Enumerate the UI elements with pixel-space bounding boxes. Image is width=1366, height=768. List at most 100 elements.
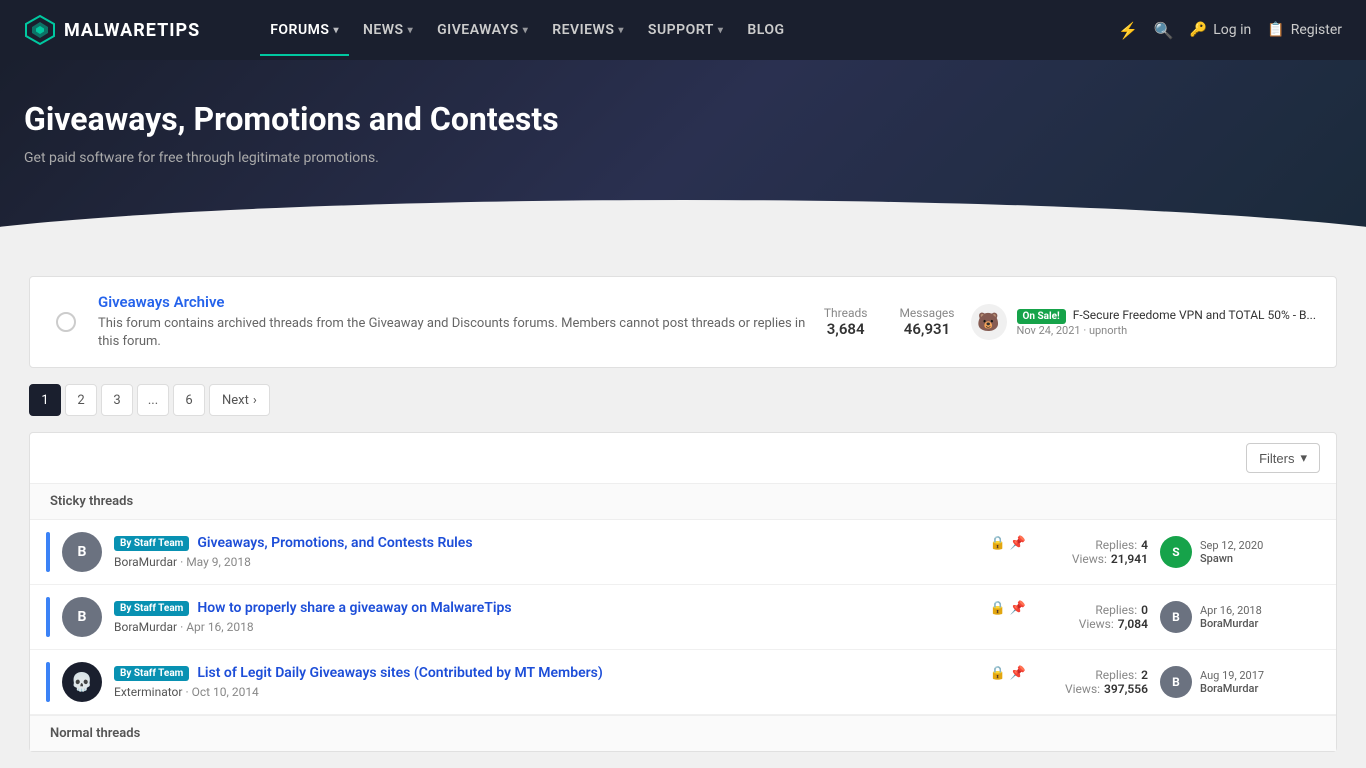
avatar: B (62, 597, 102, 637)
main-content: Giveaways Archive This forum contains ar… (13, 260, 1353, 768)
pin-icon: 📌 (1010, 666, 1026, 681)
thread-row: 💀 By Staff Team List of Legit Daily Give… (30, 650, 1336, 715)
pin-icon: 📌 (1010, 536, 1026, 551)
search-icon: 🔍 (1154, 21, 1174, 40)
latest-info: On Sale! F-Secure Freedome VPN and TOTAL… (1017, 308, 1317, 337)
normal-section-label: Normal threads (30, 715, 1336, 751)
threads-header: Filters ▾ (30, 433, 1336, 484)
thread-info: By Staff Team List of Legit Daily Giveaw… (114, 665, 1026, 699)
thread-icons: 🔒 📌 (990, 601, 1026, 616)
thread-row: B By Staff Team Giveaways, Promotions, a… (30, 520, 1336, 585)
thread-meta: BoraMurdar · Apr 16, 2018 (114, 620, 1026, 634)
filters-button[interactable]: Filters ▾ (1246, 443, 1320, 473)
thread-icons: 🔒 📌 (990, 536, 1026, 551)
chevron-down-icon: ▾ (523, 25, 529, 36)
next-page-button[interactable]: Next › (209, 384, 270, 416)
page-6-button[interactable]: 6 (173, 384, 205, 416)
thread-last-activity: S Sep 12, 2020 Spawn (1160, 536, 1320, 568)
lock-icon: 🔒 (990, 601, 1006, 616)
thread-meta: Exterminator · Oct 10, 2014 (114, 685, 1026, 699)
archive-title[interactable]: Giveaways Archive (98, 293, 808, 311)
chevron-down-icon: ▾ (1300, 450, 1307, 466)
archive-stats: Threads 3,684 Messages 46,931 (824, 306, 955, 338)
thread-last-activity: B Aug 19, 2017 BoraMurdar (1160, 666, 1320, 698)
login-button[interactable]: 🔑 Log in (1190, 22, 1251, 38)
last-poster-info: Sep 12, 2020 Spawn (1200, 539, 1263, 565)
thread-row: B By Staff Team How to properly share a … (30, 585, 1336, 650)
page-title: Giveaways, Promotions and Contests (24, 100, 1342, 138)
nav-giveaways[interactable]: GIVEAWAYS ▾ (427, 14, 538, 46)
archive-info: Giveaways Archive This forum contains ar… (98, 293, 808, 351)
thread-meta: BoraMurdar · May 9, 2018 (114, 555, 1026, 569)
thread-title-row: By Staff Team Giveaways, Promotions, and… (114, 535, 1026, 551)
site-logo[interactable]: MALWARETIPS (24, 14, 200, 46)
logo-icon (24, 14, 56, 46)
nav-actions: ⚡ 🔍 🔑 Log in 📋 Register (1118, 21, 1342, 40)
nav-reviews[interactable]: REVIEWS ▾ (542, 14, 634, 46)
chevron-right-icon: › (253, 393, 257, 408)
avatar: B (62, 532, 102, 572)
key-icon: 🔑 (1190, 22, 1207, 38)
on-sale-badge: On Sale! (1017, 309, 1066, 324)
nav-support[interactable]: SUPPORT ▾ (638, 14, 733, 46)
archive-description: This forum contains archived threads fro… (98, 315, 808, 351)
messages-stat: Messages 46,931 (899, 306, 954, 338)
pin-icon: 📌 (1010, 601, 1026, 616)
latest-avatar: 🐻 (971, 304, 1007, 340)
archive-icon (50, 306, 82, 338)
threads-container: Filters ▾ Sticky threads B By Staff Team… (29, 432, 1337, 752)
page-ellipsis[interactable]: ... (137, 384, 169, 416)
last-poster-avatar: S (1160, 536, 1192, 568)
sticky-indicator (46, 532, 50, 572)
thread-info: By Staff Team Giveaways, Promotions, and… (114, 535, 1026, 569)
search-button[interactable]: 🔍 (1154, 21, 1174, 40)
staff-badge: By Staff Team (114, 536, 189, 551)
hero-banner: Giveaways, Promotions and Contests Get p… (0, 60, 1366, 260)
thread-icons: 🔒 📌 (990, 666, 1026, 681)
page-2-button[interactable]: 2 (65, 384, 97, 416)
register-button[interactable]: 📋 Register (1267, 22, 1342, 38)
thread-last-activity: B Apr 16, 2018 BoraMurdar (1160, 601, 1320, 633)
lock-icon: 🔒 (990, 666, 1006, 681)
sticky-indicator (46, 597, 50, 637)
nav-links: FORUMS ▾ NEWS ▾ GIVEAWAYS ▾ REVIEWS ▾ SU… (260, 14, 1118, 46)
thread-title-row: By Staff Team List of Legit Daily Giveaw… (114, 665, 1026, 681)
thread-stats: Replies: 4 Views: 21,941 (1038, 538, 1148, 566)
page-3-button[interactable]: 3 (101, 384, 133, 416)
lock-icon: 🔒 (990, 536, 1006, 551)
sticky-indicator (46, 662, 50, 702)
chevron-down-icon: ▾ (333, 25, 339, 36)
avatar: 💀 (62, 662, 102, 702)
lightning-icon: ⚡ (1118, 21, 1138, 40)
top-navigation: MALWARETIPS FORUMS ▾ NEWS ▾ GIVEAWAYS ▾ … (0, 0, 1366, 60)
thread-info: By Staff Team How to properly share a gi… (114, 600, 1026, 634)
nav-forums[interactable]: FORUMS ▾ (260, 14, 349, 46)
chevron-down-icon: ▾ (618, 25, 624, 36)
pagination: 1 2 3 ... 6 Next › (29, 384, 1337, 416)
thread-stats: Replies: 2 Views: 397,556 (1038, 668, 1148, 696)
nav-blog[interactable]: BLOG (737, 14, 794, 46)
latest-thread-title[interactable]: F-Secure Freedome VPN and TOTAL 50% - B.… (1073, 308, 1316, 322)
last-poster-avatar: B (1160, 601, 1192, 633)
logo-text: MALWARETIPS (64, 20, 200, 41)
nav-news[interactable]: NEWS ▾ (353, 14, 423, 46)
staff-badge: By Staff Team (114, 601, 189, 616)
chevron-down-icon: ▾ (718, 25, 724, 36)
staff-badge: By Staff Team (114, 666, 189, 681)
last-poster-info: Apr 16, 2018 BoraMurdar (1200, 604, 1262, 630)
thread-title[interactable]: Giveaways, Promotions, and Contests Rule… (197, 535, 472, 551)
archive-latest: 🐻 On Sale! F-Secure Freedome VPN and TOT… (971, 304, 1317, 340)
thread-title[interactable]: How to properly share a giveaway on Malw… (197, 600, 511, 616)
archive-card: Giveaways Archive This forum contains ar… (29, 276, 1337, 368)
archive-circle (56, 312, 76, 332)
thread-stats: Replies: 0 Views: 7,084 (1038, 603, 1148, 631)
thread-title[interactable]: List of Legit Daily Giveaways sites (Con… (197, 665, 602, 681)
last-poster-info: Aug 19, 2017 BoraMurdar (1200, 669, 1264, 695)
page-1-button[interactable]: 1 (29, 384, 61, 416)
latest-meta: Nov 24, 2021 · upnorth (1017, 324, 1317, 337)
register-icon: 📋 (1267, 22, 1284, 38)
page-subtitle: Get paid software for free through legit… (24, 150, 1342, 166)
threads-stat: Threads 3,684 (824, 306, 868, 338)
notifications-button[interactable]: ⚡ (1118, 21, 1138, 40)
sticky-section-label: Sticky threads (30, 484, 1336, 520)
